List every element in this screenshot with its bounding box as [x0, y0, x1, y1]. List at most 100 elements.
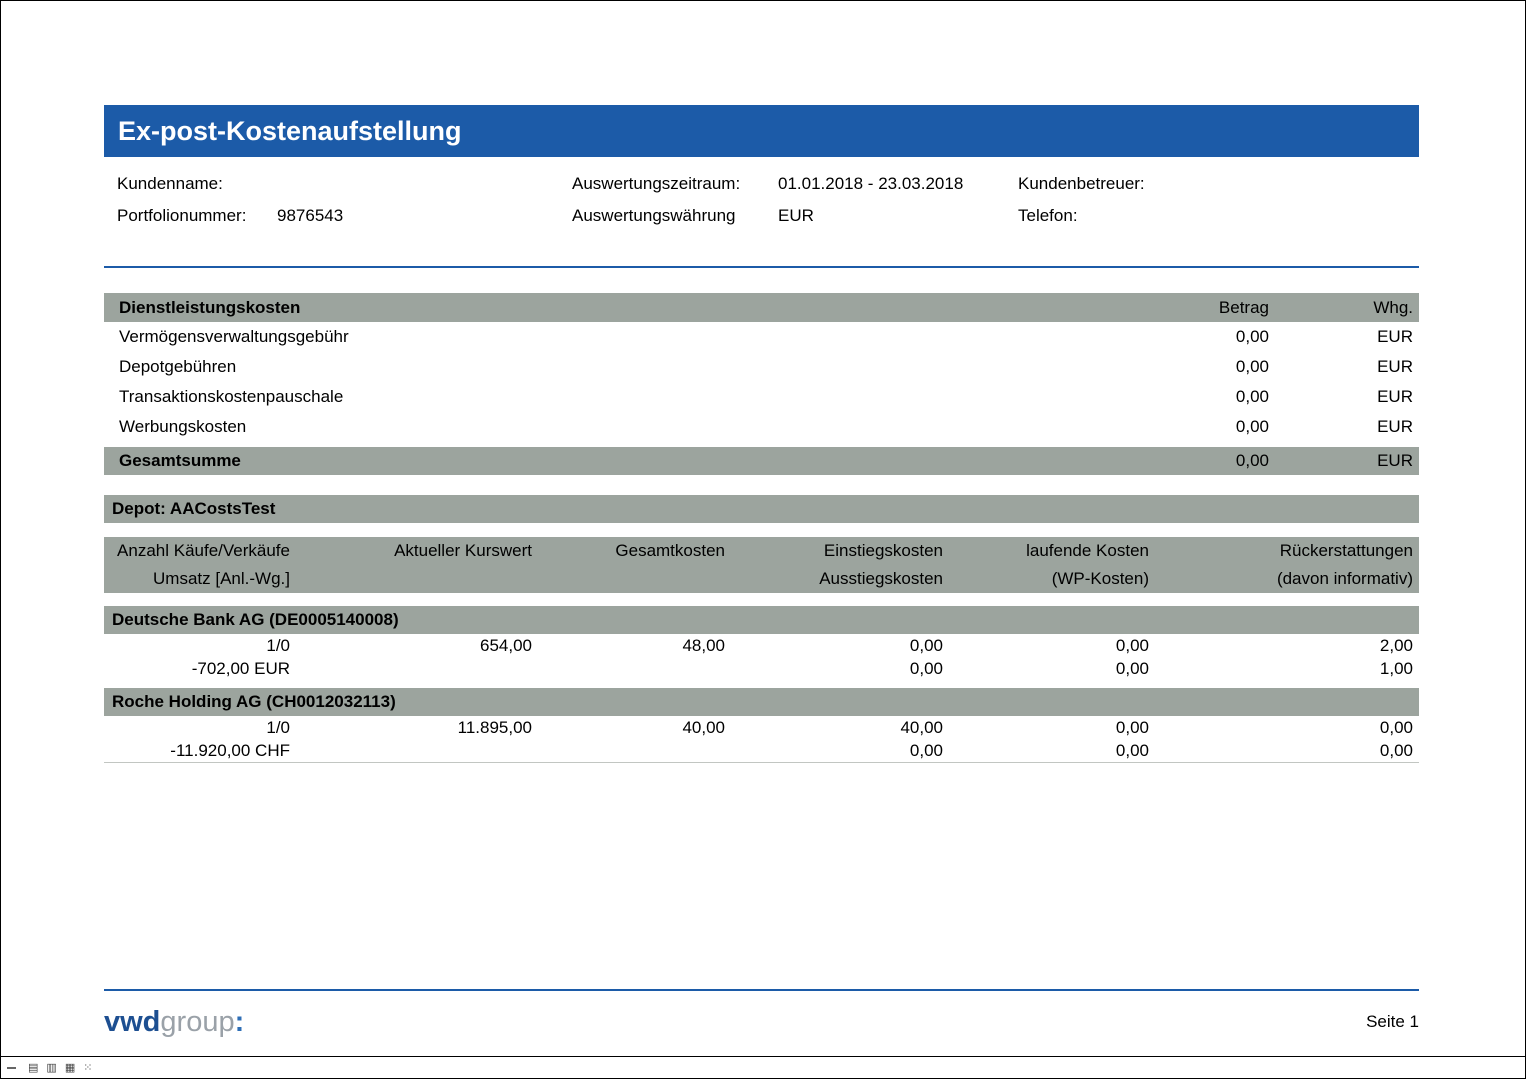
position-group-header: Roche Holding AG (CH0012032113) [104, 688, 1419, 716]
col-header: Einstiegskosten [729, 537, 947, 565]
grid-view-icon[interactable]: ▦ [65, 1062, 75, 1073]
whg-column-header: Whg. [1269, 293, 1419, 322]
service-cost-row: Vermögensverwaltungsgebühr 0,00 EUR [104, 322, 1419, 352]
cost-amount: 0,00 [1124, 382, 1269, 412]
total-currency: EUR [1269, 447, 1419, 475]
position-value: 0,00 [729, 634, 947, 657]
dots-view-icon[interactable]: ⁙ [83, 1062, 92, 1073]
position-value [294, 739, 536, 762]
position-group-rows: 1/0 654,00 48,00 0,00 0,00 2,00 -702,00 … [104, 634, 1419, 680]
position-value: 11.895,00 [294, 716, 536, 739]
cost-label: Depotgebühren [104, 352, 1124, 382]
position-value: 40,00 [536, 716, 729, 739]
col-header: Rückerstattungen [1153, 537, 1419, 565]
position-row: -11.920,00 CHF 0,00 0,00 0,00 [104, 739, 1419, 762]
depot-column-header-line2: Umsatz [Anl.-Wg.] Ausstiegskosten (WP-Ko… [104, 565, 1419, 593]
portfolionummer-label: Portfolionummer: [117, 206, 246, 226]
service-cost-row: Transaktionskostenpauschale 0,00 EUR [104, 382, 1419, 412]
report-meta: Kundenname: Auswertungszeitraum: 01.01.2… [104, 157, 1419, 268]
col-header: Aktueller Kurswert [294, 537, 536, 565]
col-header: Anzahl Käufe/Verkäufe [104, 537, 294, 565]
position-value: 1/0 [104, 634, 294, 657]
auswertungszeitraum-label: Auswertungszeitraum: [572, 174, 740, 194]
service-cost-row: Werbungskosten 0,00 EUR [104, 412, 1419, 442]
col-header: laufende Kosten [947, 537, 1153, 565]
position-group-rows: 1/0 11.895,00 40,00 40,00 0,00 0,00 -11.… [104, 716, 1419, 763]
position-group-header: Deutsche Bank AG (DE0005140008) [104, 606, 1419, 634]
position-value: 1,00 [1153, 657, 1419, 680]
position-value: 0,00 [947, 716, 1153, 739]
reading-view-icon[interactable]: ▥ [46, 1062, 56, 1073]
depot-column-header-line1: Anzahl Käufe/Verkäufe Aktueller Kurswert… [104, 537, 1419, 565]
service-costs-table: Dienstleistungskosten Betrag Whg. Vermög… [104, 293, 1419, 475]
cost-currency: EUR [1269, 382, 1419, 412]
betrag-column-header: Betrag [1124, 293, 1269, 322]
auswertungswaehrung-label: Auswertungswährung [572, 206, 735, 226]
report-title: Ex-post-Kostenaufstellung [118, 116, 462, 147]
position-value: 0,00 [947, 657, 1153, 680]
cost-currency: EUR [1269, 322, 1419, 352]
service-costs-title: Dienstleistungskosten [104, 293, 1124, 322]
cost-label: Vermögensverwaltungsgebühr [104, 322, 1124, 352]
total-amount: 0,00 [1124, 447, 1269, 475]
col-header: Ausstiegskosten [729, 565, 947, 593]
auswertungszeitraum-value: 01.01.2018 - 23.03.2018 [778, 174, 963, 194]
application-window: Ex-post-Kostenaufstellung Kundenname: Au… [0, 0, 1526, 1079]
col-header: Gesamtkosten [536, 537, 729, 565]
cost-currency: EUR [1269, 412, 1419, 442]
auswertungswaehrung-value: EUR [778, 206, 814, 226]
cost-amount: 0,00 [1124, 352, 1269, 382]
position-row: -702,00 EUR 0,00 0,00 1,00 [104, 657, 1419, 680]
position-value: 0,00 [729, 657, 947, 680]
cost-amount: 0,00 [1124, 412, 1269, 442]
position-value: -11.920,00 CHF [104, 739, 294, 762]
vwd-group-logo: vwdgroup: [104, 1006, 244, 1039]
col-header: Umsatz [Anl.-Wg.] [104, 565, 294, 593]
position-value: 654,00 [294, 634, 536, 657]
report-body: Dienstleistungskosten Betrag Whg. Vermög… [104, 293, 1419, 763]
depot-column-headers: Anzahl Käufe/Verkäufe Aktueller Kurswert… [104, 537, 1419, 593]
position-value: 1/0 [104, 716, 294, 739]
logo-vwd-text: vwd [104, 1006, 160, 1038]
position-value [294, 657, 536, 680]
document-page: Ex-post-Kostenaufstellung Kundenname: Au… [1, 1, 1525, 1057]
col-header [294, 565, 536, 593]
position-value: 0,00 [1153, 739, 1419, 762]
position-value: 2,00 [1153, 634, 1419, 657]
col-header [536, 565, 729, 593]
service-cost-row: Depotgebühren 0,00 EUR [104, 352, 1419, 382]
service-costs-header-row: Dienstleistungskosten Betrag Whg. [104, 293, 1419, 322]
telefon-label: Telefon: [1018, 206, 1078, 226]
position-value: 0,00 [1153, 716, 1419, 739]
logo-group-text: group [160, 1006, 234, 1038]
kundenname-label: Kundenname: [117, 174, 223, 194]
position-value [536, 657, 729, 680]
position-value: 48,00 [536, 634, 729, 657]
cost-label: Werbungskosten [104, 412, 1124, 442]
position-value: -702,00 EUR [104, 657, 294, 680]
cost-label: Transaktionskostenpauschale [104, 382, 1124, 412]
cost-currency: EUR [1269, 352, 1419, 382]
col-header: (WP-Kosten) [947, 565, 1153, 593]
page-view-icon[interactable]: ▤ [28, 1062, 38, 1073]
position-value: 0,00 [947, 739, 1153, 762]
kundenbetreuer-label: Kundenbetreuer: [1018, 174, 1145, 194]
cost-amount: 0,00 [1124, 322, 1269, 352]
col-header: (davon informativ) [1153, 565, 1419, 593]
position-row: 1/0 11.895,00 40,00 40,00 0,00 0,00 [104, 716, 1419, 739]
total-label: Gesamtsumme [104, 447, 1124, 475]
portfolionummer-value: 9876543 [277, 206, 343, 226]
position-value: 40,00 [729, 716, 947, 739]
status-bar: ▤ ▥ ▦ ⁙ [1, 1057, 1525, 1078]
position-value [536, 739, 729, 762]
page-footer: vwdgroup: Seite 1 [104, 989, 1419, 1047]
service-costs-total-row: Gesamtsumme 0,00 EUR [104, 447, 1419, 475]
position-row: 1/0 654,00 48,00 0,00 0,00 2,00 [104, 634, 1419, 657]
gripper-icon[interactable] [7, 1067, 16, 1069]
position-value: 0,00 [947, 634, 1153, 657]
report-title-bar: Ex-post-Kostenaufstellung [104, 105, 1419, 157]
page-number: Seite 1 [1366, 1012, 1419, 1032]
depot-header: Depot: AACostsTest [104, 495, 1419, 523]
logo-colon: : [235, 1006, 245, 1038]
position-value: 0,00 [729, 739, 947, 762]
